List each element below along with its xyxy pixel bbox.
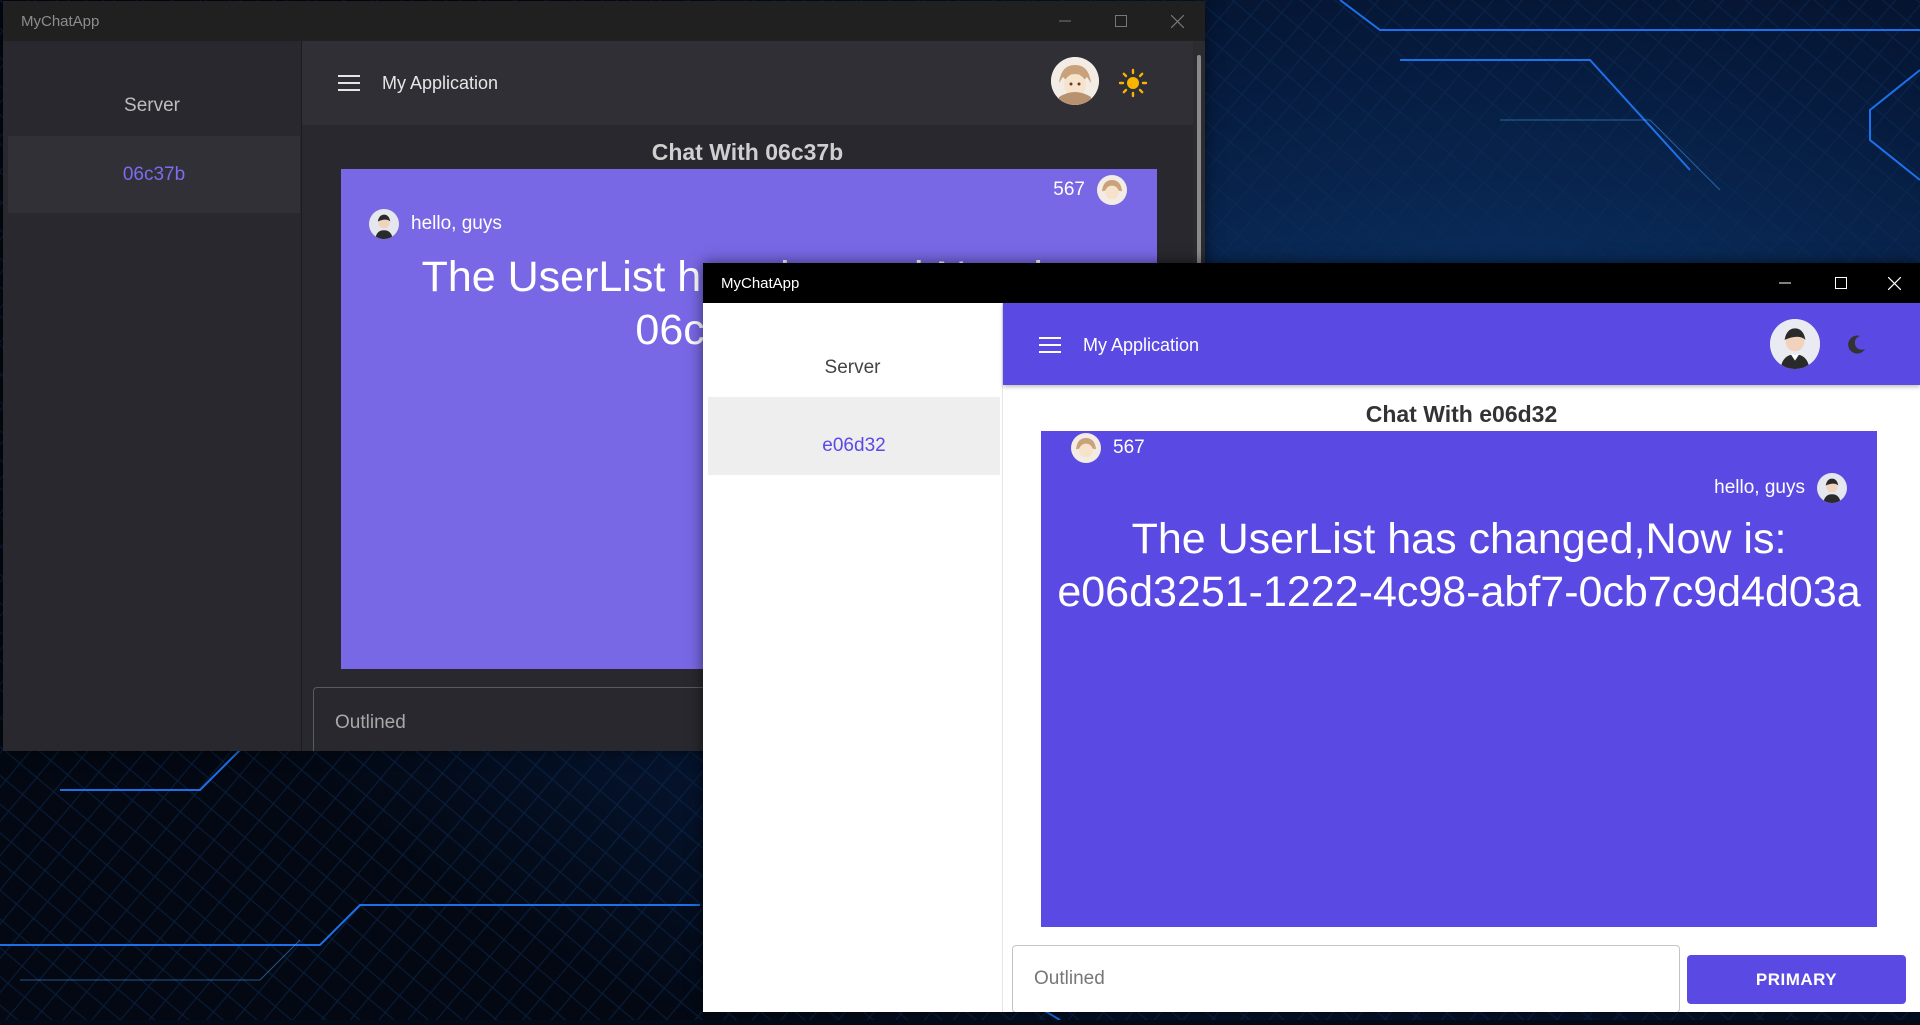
message-input[interactable]: Outlined — [1012, 945, 1680, 1012]
hamburger-menu-icon[interactable] — [338, 75, 360, 91]
person-avatar-icon — [369, 209, 399, 239]
sidebar-title: Server — [124, 95, 180, 116]
maximize-icon — [1835, 277, 1847, 289]
system-message: The UserList has changed,Now is: e06d325… — [1041, 513, 1877, 619]
minimize-icon — [1779, 282, 1791, 284]
sidebar-item-label: 06c37b — [122, 164, 186, 185]
chat-title: Chat With 06c37b — [651, 139, 844, 165]
sidebar-item-label: e06d32 — [822, 435, 886, 456]
sidebar-item-06c37b[interactable]: 06c37b — [8, 136, 300, 213]
maximize-button[interactable] — [1813, 263, 1869, 303]
person-avatar-icon[interactable] — [1770, 319, 1820, 369]
person-avatar-icon — [1817, 473, 1847, 503]
app-title: My Application — [1083, 335, 1200, 355]
sender-label: 567 — [1113, 437, 1145, 458]
message-row: hello, guys — [369, 209, 502, 239]
message-text: hello, guys — [411, 213, 502, 234]
primary-button[interactable]: PRIMARY — [1687, 955, 1906, 1004]
app-title: My Application — [382, 73, 499, 93]
window-title: MyChatApp — [721, 275, 800, 292]
minimize-icon — [1059, 20, 1071, 22]
close-button[interactable] — [1149, 1, 1205, 41]
sender-row: 567 — [1071, 433, 1145, 463]
cartoon-avatar-icon[interactable] — [1051, 57, 1099, 105]
message-input-placeholder: Outlined — [335, 712, 406, 733]
window-titlebar[interactable]: MyChatApp — [3, 1, 1205, 41]
cartoon-avatar-icon — [1097, 175, 1127, 205]
sidebar-title: Server — [824, 357, 881, 378]
app-bar: My Application — [302, 41, 1193, 125]
cartoon-avatar-icon — [1071, 433, 1101, 463]
message-input-placeholder: Outlined — [1034, 968, 1105, 989]
close-button[interactable] — [1869, 263, 1920, 303]
system-message-line: e06d3251-1222-4c98-abf7-0cb7c9d4d03a — [1057, 568, 1861, 616]
sender-row: 567 — [1053, 175, 1127, 205]
app-bar: My Application — [1003, 303, 1920, 385]
window-title: MyChatApp — [21, 13, 100, 30]
sidebar-item-e06d32[interactable]: e06d32 — [708, 397, 1000, 475]
front-chat-window[interactable]: MyChatApp Server e06d32 My Application C… — [703, 263, 1920, 1012]
minimize-button[interactable] — [1757, 263, 1813, 303]
close-icon — [1888, 276, 1901, 290]
window-titlebar[interactable]: MyChatApp — [703, 263, 1920, 303]
moon-icon[interactable] — [1844, 333, 1868, 357]
message-text: hello, guys — [1714, 477, 1805, 498]
minimize-button[interactable] — [1037, 1, 1093, 41]
close-icon — [1170, 14, 1184, 28]
sender-label: 567 — [1053, 179, 1085, 200]
chat-message-panel: 567 hello, guys The UserList has changed… — [1041, 431, 1877, 927]
chat-title: Chat With e06d32 — [1365, 401, 1558, 427]
server-sidebar: Server e06d32 — [703, 303, 1003, 1012]
sun-icon[interactable] — [1118, 68, 1148, 98]
maximize-icon — [1115, 15, 1127, 27]
system-message-line: The UserList has changed,Now is: — [1131, 515, 1787, 563]
message-row: hello, guys — [1714, 473, 1847, 503]
server-sidebar: Server 06c37b — [3, 41, 302, 751]
hamburger-menu-icon[interactable] — [1039, 337, 1061, 353]
maximize-button[interactable] — [1093, 1, 1149, 41]
